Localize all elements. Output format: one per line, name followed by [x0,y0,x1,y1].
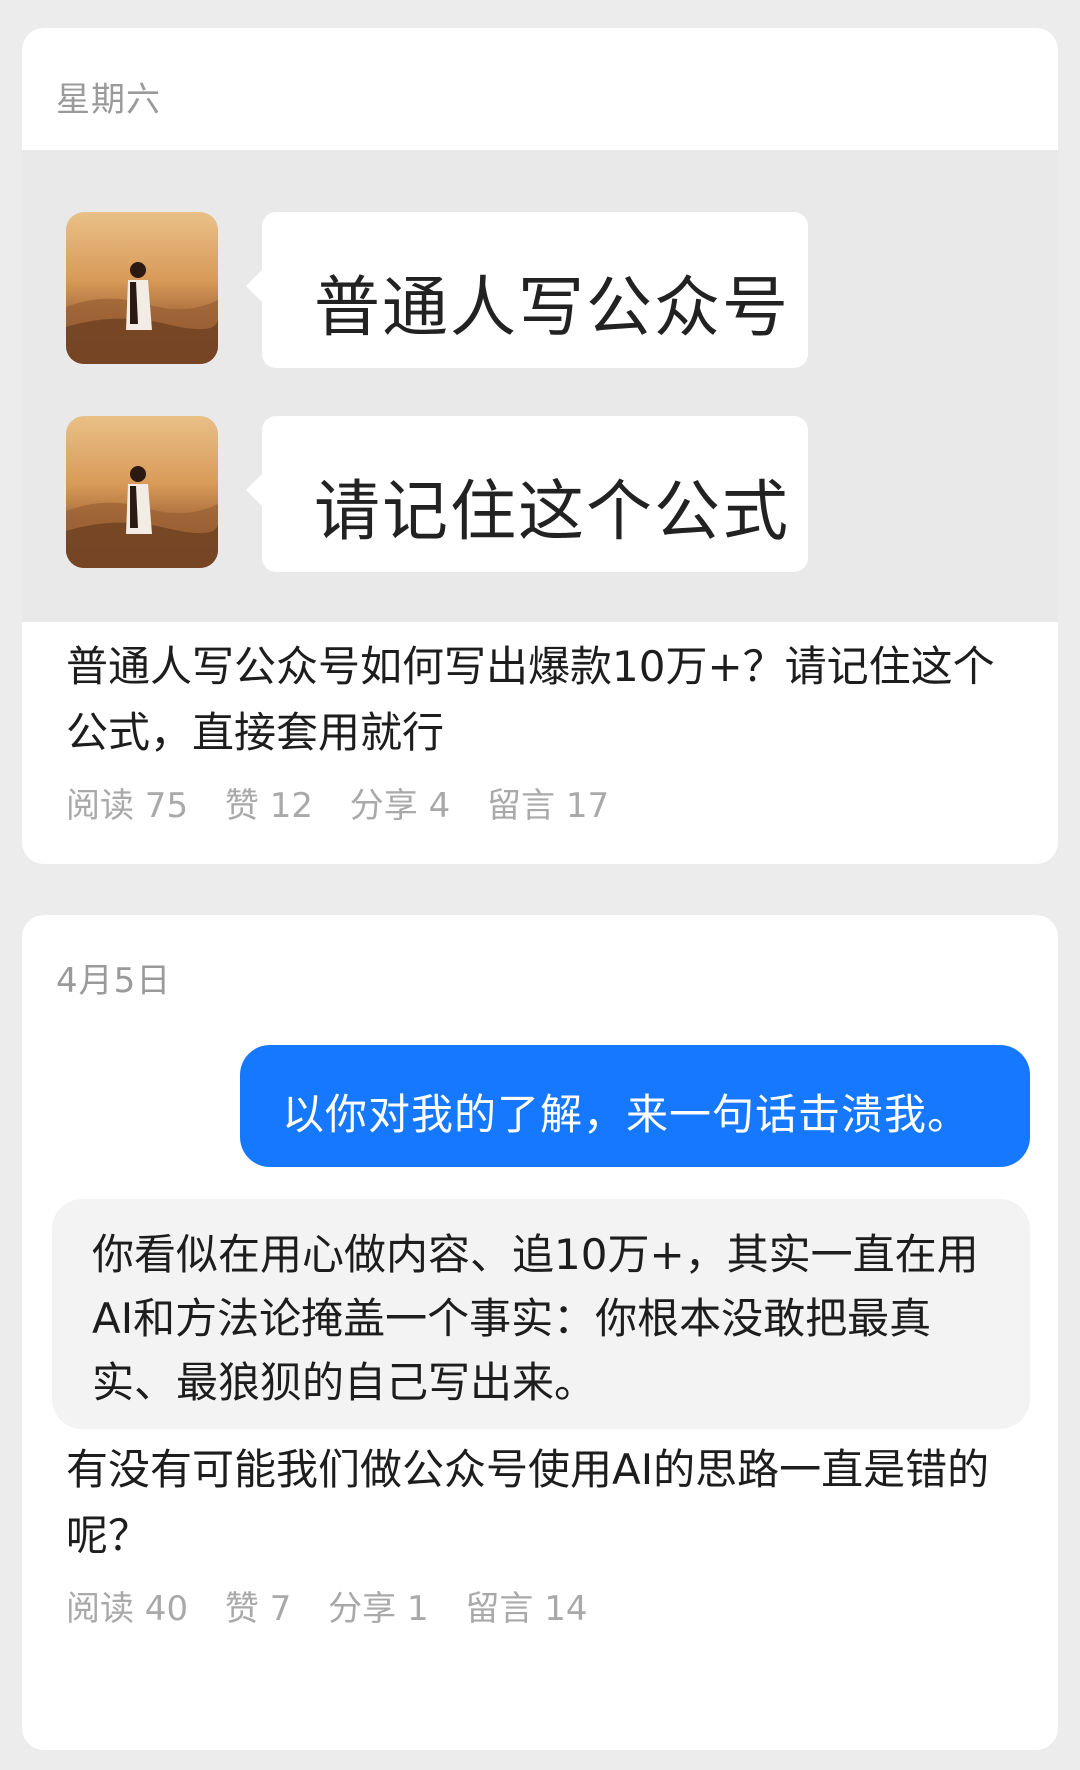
cover-message-row: 普通人写公众号 [22,212,1058,370]
comment-count: 留言 17 [487,786,610,826]
article-title[interactable]: 有没有可能我们做公众号使用AI的思路一直是错的呢？ [66,1437,1026,1569]
message-text: 普通人写公众号 [314,269,790,346]
avatar [66,212,218,364]
post-date: 4月5日 [56,961,172,1001]
message-bubble: 普通人写公众号 [246,212,808,368]
article-cover-image[interactable]: 普通人写公众号 请记住这个公式 [22,150,1058,622]
avatar [66,416,218,568]
share-count: 分享 1 [328,1589,429,1629]
article-stats: 阅读 75 赞 12 分享 4 留言 17 [66,778,635,827]
share-count: 分享 4 [349,786,451,826]
message-bubble: 请记住这个公式 [246,416,808,572]
article-card-1[interactable]: 星期六 普通人写公众号 请记住这个公式 普通人写公众号如何写出爆款10万+？请记… [22,28,1058,864]
article-stats: 阅读 40 赞 7 分享 1 留言 14 [66,1581,614,1630]
message-text: 请记住这个公式 [314,473,790,550]
article-card-2[interactable]: 4月5日 以你对我的了解，来一句话击溃我。 你看似在用心做内容、追10万+，其实… [22,915,1058,1750]
read-count: 阅读 40 [66,1589,189,1629]
article-title[interactable]: 普通人写公众号如何写出爆款10万+？请记住这个公式，直接套用就行 [66,634,1026,766]
user-message-text: 以你对我的了解，来一句话击溃我。 [282,1090,971,1139]
post-date: 星期六 [56,80,161,120]
ai-reply-text: 你看似在用心做内容、追10万+，其实一直在用AI和方法论掩盖一个事实：你根本没敢… [92,1230,979,1407]
ai-reply-bubble: 你看似在用心做内容、追10万+，其实一直在用AI和方法论掩盖一个事实：你根本没敢… [52,1199,1030,1429]
comment-count: 留言 14 [465,1589,588,1629]
like-count: 赞 7 [224,1589,292,1629]
like-count: 赞 12 [224,786,313,826]
cover-message-row: 请记住这个公式 [22,416,1058,574]
read-count: 阅读 75 [66,786,189,826]
user-message-bubble: 以你对我的了解，来一句话击溃我。 [240,1045,1030,1167]
